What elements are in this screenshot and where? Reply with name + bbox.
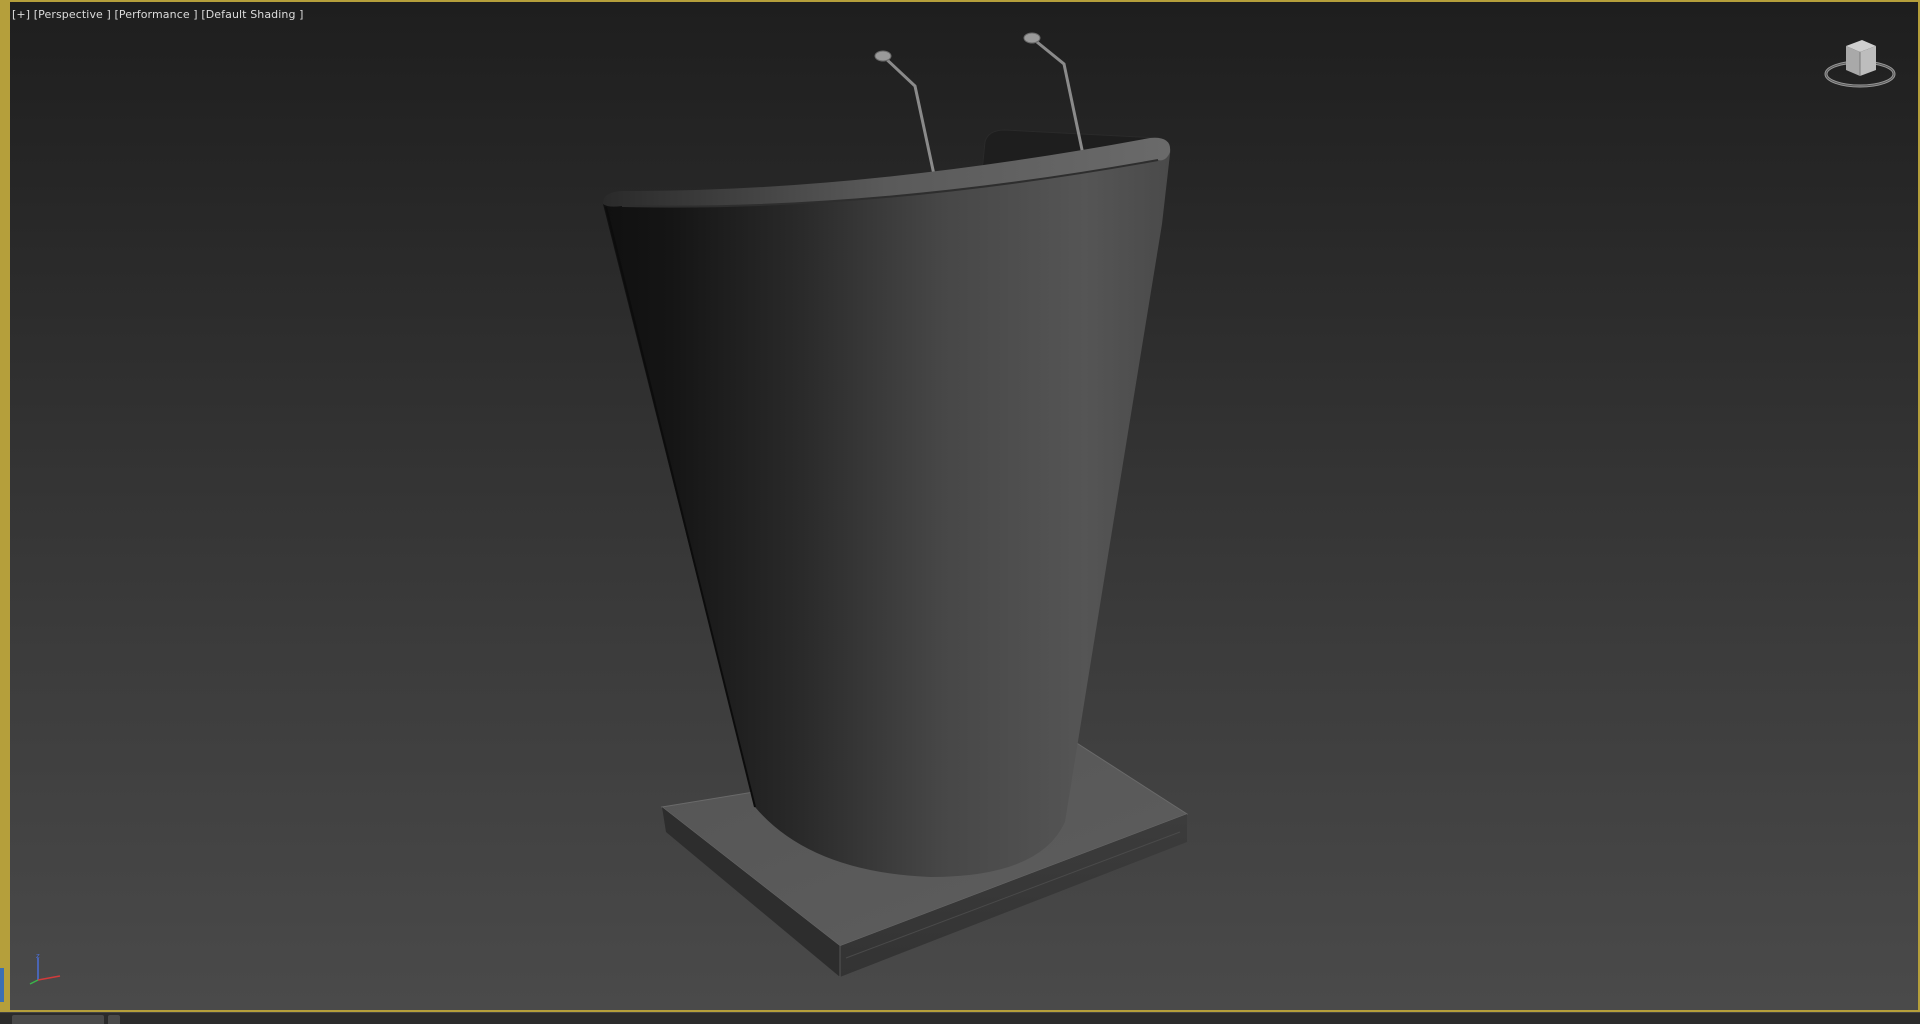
scene-render[interactable]: [10, 2, 1920, 1012]
microphone-left: [874, 50, 938, 185]
axis-tripod-icon: z: [29, 952, 61, 985]
viewcube-icon[interactable]: [1824, 32, 1896, 90]
bottom-panel-strip: [0, 1012, 1920, 1024]
svg-text:z: z: [36, 952, 40, 960]
left-edge-indicator: [0, 968, 4, 1002]
perspective-viewport[interactable]: [+] [Perspective ] [Performance ] [Defau…: [0, 0, 1920, 1012]
